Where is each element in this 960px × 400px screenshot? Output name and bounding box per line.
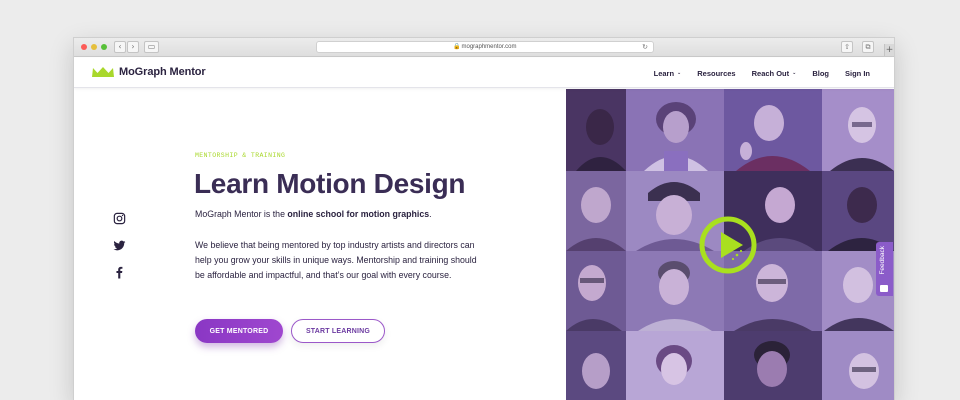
forward-button[interactable]: ›	[127, 41, 139, 53]
feedback-icon	[880, 285, 888, 292]
intro-prefix: MoGraph Mentor is the	[195, 209, 288, 219]
site-header: MoGraph Mentor Learn ⌄ Resources Reach O…	[74, 58, 894, 88]
get-mentored-button[interactable]: GET MENTORED	[195, 319, 283, 343]
mentor-photo	[724, 331, 822, 400]
nav-resources[interactable]: Resources	[697, 69, 735, 78]
mentor-photo	[822, 171, 894, 251]
back-button[interactable]: ‹	[114, 41, 126, 53]
logo-text: MoGraph Mentor	[119, 66, 206, 78]
reload-icon[interactable]: ↻	[642, 42, 648, 52]
eyebrow-text: MENTORSHIP & TRAINING	[195, 152, 286, 159]
address-bar[interactable]: 🔒 mographmentor.com ↻	[316, 41, 654, 53]
play-icon[interactable]	[698, 215, 758, 275]
mentor-photo	[724, 89, 822, 171]
browser-window: ‹ › ▭ 🔒 mographmentor.com ↻ ⇧ ⧉ + MoGrap…	[74, 38, 894, 400]
mentor-photo	[822, 331, 894, 400]
mentor-photo	[822, 89, 894, 171]
nav-learn[interactable]: Learn ⌄	[654, 69, 682, 78]
start-learning-button[interactable]: START LEARNING	[291, 319, 385, 343]
chevron-down-icon: ⌄	[792, 70, 797, 76]
nav-learn-label: Learn	[653, 68, 675, 78]
intro-bold: online school for motion graphics	[287, 209, 430, 219]
nav-blog-label: Blog	[812, 68, 829, 78]
share-button[interactable]: ⇧	[841, 41, 853, 53]
feedback-label: Feedback	[879, 246, 886, 275]
zoom-window-button[interactable]	[101, 44, 107, 50]
instagram-icon[interactable]	[113, 212, 126, 225]
logo[interactable]: MoGraph Mentor	[92, 66, 206, 78]
social-links	[113, 212, 126, 279]
twitter-icon[interactable]	[113, 239, 126, 252]
close-window-button[interactable]	[81, 44, 87, 50]
mentor-photo	[566, 171, 626, 251]
browser-toolbar: ‹ › ▭ 🔒 mographmentor.com ↻ ⇧ ⧉ +	[74, 38, 894, 57]
mentor-photo	[566, 251, 626, 331]
minimize-window-button[interactable]	[91, 44, 97, 50]
hero-headline: Learn Motion Design	[194, 168, 466, 199]
hero-content: MENTORSHIP & TRAINING Learn Motion Desig…	[74, 89, 566, 400]
feedback-tab[interactable]: Feedback	[876, 242, 893, 296]
nav-reach-out[interactable]: Reach Out ⌄	[752, 69, 797, 78]
lock-icon: 🔒	[453, 44, 461, 50]
hero-body: We believe that being mentored by top in…	[195, 240, 477, 280]
new-tab-button[interactable]: +	[884, 44, 894, 56]
facebook-icon[interactable]	[113, 266, 126, 279]
hero-intro: MoGraph Mentor is the online school for …	[195, 209, 432, 219]
url-text: mographmentor.com	[461, 44, 517, 50]
mentor-photo	[566, 89, 626, 171]
intro-suffix: .	[429, 209, 432, 219]
tabs-overview-button[interactable]: ⧉	[862, 41, 874, 53]
nav-reach-out-label: Reach Out	[751, 68, 790, 78]
crown-icon	[92, 67, 114, 77]
sidebar-toggle-button[interactable]: ▭	[144, 41, 159, 53]
mentor-photo	[626, 89, 724, 171]
nav-sign-in[interactable]: Sign In	[845, 69, 870, 78]
mentor-photo	[626, 331, 724, 400]
nav-resources-label: Resources	[697, 68, 736, 78]
main-nav: Learn ⌄ Resources Reach Out ⌄ Blog Sign …	[654, 58, 870, 88]
mentor-photo	[566, 331, 626, 400]
traffic-lights	[81, 44, 107, 50]
chevron-down-icon: ⌄	[677, 70, 682, 76]
nav-blog[interactable]: Blog	[812, 69, 829, 78]
nav-sign-in-label: Sign In	[845, 68, 870, 78]
